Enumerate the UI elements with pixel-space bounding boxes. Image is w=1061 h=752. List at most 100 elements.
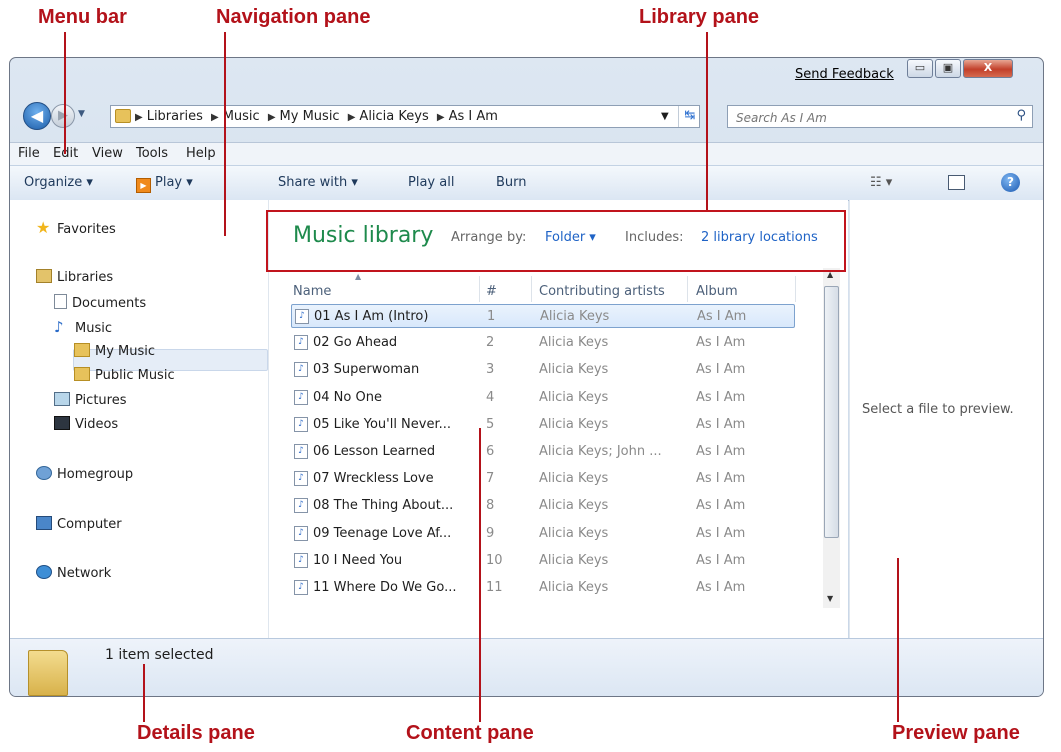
column-header-artists[interactable]: Contributing artists — [539, 284, 665, 299]
breadcrumb-alicia-keys[interactable]: Alicia Keys — [359, 109, 428, 124]
breadcrumb-libraries[interactable]: Libraries — [147, 109, 203, 124]
file-row[interactable]: ♪ 11 Where Do We Go... 11 Alicia Keys As I A… — [291, 576, 795, 600]
file-row[interactable]: ♪ 08 The Thing About... 8 Alicia Keys As I A… — [291, 494, 795, 518]
preview-pane: Select a file to preview. — [849, 200, 1043, 638]
nav-label: Music — [75, 321, 112, 336]
column-header-name[interactable]: Name — [293, 284, 331, 299]
breadcrumb-as-i-am[interactable]: As I Am — [449, 109, 498, 124]
file-title: 07 Wreckless Love — [313, 471, 434, 487]
recent-pages-dropdown[interactable]: ▼ — [78, 109, 85, 119]
file-row[interactable]: ♪ 06 Lesson Learned 6 Alicia Keys; John ...… — [291, 440, 795, 464]
nav-item-libraries[interactable]: Libraries — [36, 269, 113, 285]
music-file-icon: ♪ — [294, 471, 308, 487]
minimize-button[interactable]: ▭ — [907, 59, 933, 78]
breadcrumb-separator-icon[interactable]: ▶ — [211, 112, 219, 123]
column-divider[interactable] — [795, 276, 796, 302]
file-title: 03 Superwoman — [313, 362, 420, 378]
music-note-icon: ♪ — [54, 318, 64, 336]
vertical-scrollbar[interactable]: ▲ ▼ — [823, 268, 840, 608]
file-row[interactable]: ♪ 09 Teenage Love Af... 9 Alicia Keys As I A… — [291, 522, 795, 546]
album-name: As I Am — [696, 335, 746, 351]
menu-bar: File Edit View Tools Help — [10, 142, 1043, 165]
breadcrumb-my-music[interactable]: My Music — [280, 109, 340, 124]
nav-label: Videos — [75, 417, 119, 432]
nav-item-my-music[interactable]: My Music — [74, 343, 155, 359]
play-button[interactable]: ▶ Play ▾ — [136, 175, 193, 193]
nav-item-videos[interactable]: Videos — [54, 416, 118, 432]
document-icon — [54, 294, 67, 309]
scroll-down-icon[interactable]: ▼ — [827, 594, 833, 603]
contributing-artist: Alicia Keys — [539, 471, 609, 487]
preview-pane-icon[interactable] — [948, 175, 965, 190]
organize-button[interactable]: Organize ▾ — [24, 175, 93, 190]
menu-tools[interactable]: Tools — [136, 146, 168, 161]
file-row[interactable]: ♪ 10 I Need You 10 Alicia Keys As I Am — [291, 549, 795, 573]
album-name: As I Am — [696, 444, 746, 459]
breadcrumb-separator-icon[interactable]: ▶ — [348, 112, 356, 123]
back-button[interactable]: ◀ — [23, 102, 51, 130]
maximize-button[interactable]: ▣ — [935, 59, 961, 78]
nav-item-documents[interactable]: Documents — [54, 294, 146, 311]
callout-line — [706, 32, 708, 210]
help-icon[interactable]: ? — [1001, 173, 1020, 192]
file-title: 05 Like You'll Never... — [313, 416, 452, 432]
search-box[interactable]: ⚲ — [727, 105, 1033, 128]
close-button[interactable]: X — [963, 59, 1013, 78]
refresh-icon[interactable]: ↹ — [678, 106, 701, 127]
nav-item-pictures[interactable]: Pictures — [54, 392, 126, 408]
file-title: 01 As I Am (Intro) — [314, 309, 429, 324]
contributing-artist: Alicia Keys — [540, 309, 610, 324]
nav-label: Public Music — [95, 368, 175, 383]
explorer-window: Send Feedback ▭ ▣ X ◀ ▶ ▼ ▶ Libraries ▶ Mu… — [9, 57, 1044, 697]
album-name: As I Am — [696, 498, 746, 514]
file-title: 09 Teenage Love Af... — [313, 525, 452, 541]
library-pane-highlight — [266, 210, 846, 272]
scrollbar-thumb[interactable] — [824, 286, 839, 538]
burn-button[interactable]: Burn — [496, 175, 527, 190]
address-bar[interactable]: ▶ Libraries ▶ Music ▶ My Music ▶ Alicia Keys… — [110, 105, 700, 128]
menu-file[interactable]: File — [18, 146, 40, 161]
nav-item-network[interactable]: Network — [36, 565, 111, 581]
send-feedback-link[interactable]: Send Feedback — [795, 67, 894, 82]
nav-label: Libraries — [57, 270, 114, 285]
file-row[interactable]: ♪ 01 As I Am (Intro) 1 Alicia Keys As I Am — [291, 304, 795, 328]
track-number: 10 — [486, 552, 503, 568]
callout-details-pane: Details pane — [137, 722, 255, 744]
file-row[interactable]: ♪ 04 No One 4 Alicia Keys As I Am — [291, 386, 795, 410]
forward-button[interactable]: ▶ — [51, 104, 75, 128]
breadcrumb-separator-icon[interactable]: ▶ — [268, 112, 276, 123]
nav-item-public-music[interactable]: Public Music — [74, 367, 175, 383]
breadcrumb-separator-icon[interactable]: ▶ — [437, 112, 445, 123]
column-divider[interactable] — [531, 276, 532, 302]
share-with-button[interactable]: Share with ▾ — [278, 175, 358, 190]
navigation-pane: ★ Favorites Libraries Documents ♪ Music My… — [10, 200, 269, 638]
back-arrow-icon: ◀ — [30, 106, 44, 125]
nav-item-homegroup[interactable]: Homegroup — [36, 466, 133, 482]
network-icon — [36, 565, 52, 579]
file-row[interactable]: ♪ 03 Superwoman 3 Alicia Keys As I Am — [291, 358, 795, 382]
file-row[interactable]: ♪ 05 Like You'll Never... 5 Alicia Keys As I… — [291, 413, 795, 437]
address-history-dropdown[interactable]: ▼ — [661, 111, 669, 122]
column-header-album[interactable]: Album — [696, 284, 738, 299]
file-row[interactable]: ♪ 07 Wreckless Love 7 Alicia Keys As I Am — [291, 467, 795, 491]
file-title: 04 No One — [313, 389, 382, 405]
column-divider[interactable] — [479, 276, 480, 302]
track-number: 5 — [486, 416, 495, 432]
column-divider[interactable] — [687, 276, 688, 302]
nav-item-favorites[interactable]: ★ Favorites — [36, 218, 116, 237]
nav-item-computer[interactable]: Computer — [36, 516, 122, 532]
search-input[interactable] — [734, 108, 998, 127]
track-number: 9 — [486, 525, 495, 541]
play-icon: ▶ — [136, 178, 151, 193]
breadcrumb-music[interactable]: Music — [223, 109, 260, 124]
column-header-number[interactable]: # — [486, 284, 497, 299]
search-icon[interactable]: ⚲ — [1016, 108, 1026, 123]
menu-help[interactable]: Help — [186, 146, 216, 161]
change-view-icon[interactable]: ☷ ▾ — [870, 175, 892, 190]
play-all-button[interactable]: Play all — [408, 175, 454, 190]
menu-view[interactable]: View — [92, 146, 123, 161]
nav-item-music[interactable]: ♪ Music — [54, 318, 112, 336]
file-row[interactable]: ♪ 02 Go Ahead 2 Alicia Keys As I Am — [291, 331, 795, 355]
folder-icon — [28, 650, 68, 696]
music-file-icon: ♪ — [294, 580, 308, 595]
